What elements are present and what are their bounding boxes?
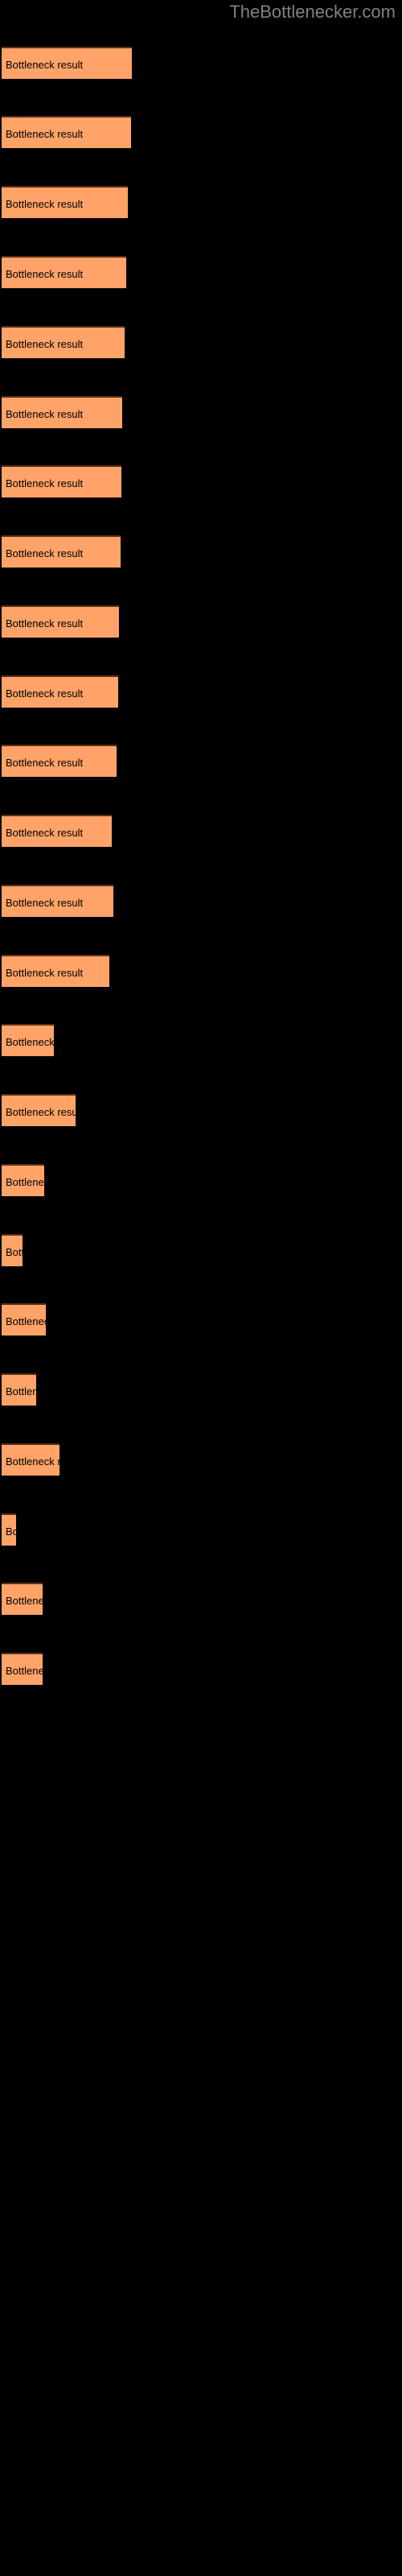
bar-label: Bottleneck result [6,1455,59,1468]
bar-label: Bottleneck result [6,617,84,630]
bar[interactable]: Bottleneck result [2,535,121,568]
bar[interactable]: Bottleneck result [2,1164,44,1196]
bar[interactable]: Bottleneck result [2,955,109,987]
bar[interactable]: Bottleneck result [2,326,125,358]
bar[interactable]: Bottleneck result [2,1583,43,1615]
bar-label: Bottleneck result [6,59,84,71]
bar[interactable]: Bottleneck result [2,47,132,79]
bar[interactable]: Bottleneck result [2,1234,23,1266]
bar[interactable]: Bottleneck result [2,1024,54,1056]
bar[interactable]: Bottleneck result [2,256,126,288]
bar-label: Bottleneck result [6,268,84,280]
bar[interactable]: Bottleneck result [2,1443,59,1476]
bar-label: Bottleneck result [6,967,84,979]
bar[interactable]: Bottleneck result [2,465,121,497]
bar-label: Bottleneck result [6,198,84,210]
bar[interactable]: Bottleneck result [2,116,131,148]
bar-label: Bottleneck result [6,1036,54,1048]
bar-label: Bottleneck result [6,1665,43,1677]
bar-label: Bottleneck result [6,547,84,559]
bar-label: Bottleneck result [6,897,84,909]
bar[interactable]: Bottleneck result [2,1094,76,1126]
bottleneck-bar-chart: TheBottlenecker.com Bottleneck result Bot… [0,0,402,2576]
bar[interactable]: Bottleneck result [2,1653,43,1685]
bar-label: Bottleneck result [6,1525,16,1538]
bar[interactable]: Bottleneck result [2,815,112,847]
bar-label: Bottleneck result [6,1176,44,1188]
bar-label: Bottleneck result [6,128,84,140]
bar[interactable]: Bottleneck result [2,1513,16,1546]
bar-label: Bottleneck result [6,1595,43,1607]
bar-label: Bottleneck result [6,408,84,420]
bar-label: Bottleneck result [6,1385,36,1397]
bar-label: Bottleneck result [6,827,84,839]
bar[interactable]: Bottleneck result [2,605,119,638]
bars-layer: Bottleneck result Bottleneck result Bottle… [0,0,402,2576]
bar-label: Bottleneck result [6,1246,23,1258]
bar-label: Bottleneck result [6,1315,46,1327]
bar[interactable]: Bottleneck result [2,675,118,708]
bar[interactable]: Bottleneck result [2,745,117,777]
bar[interactable]: Bottleneck result [2,186,128,218]
bar[interactable]: Bottleneck result [2,1303,46,1335]
bar[interactable]: Bottleneck result [2,885,113,917]
bar-label: Bottleneck result [6,687,84,700]
bar-label: Bottleneck result [6,1106,76,1118]
bar-label: Bottleneck result [6,477,84,489]
bar[interactable]: Bottleneck result [2,1373,36,1406]
bar-label: Bottleneck result [6,757,84,769]
bar-label: Bottleneck result [6,338,84,350]
bar[interactable]: Bottleneck result [2,396,122,428]
